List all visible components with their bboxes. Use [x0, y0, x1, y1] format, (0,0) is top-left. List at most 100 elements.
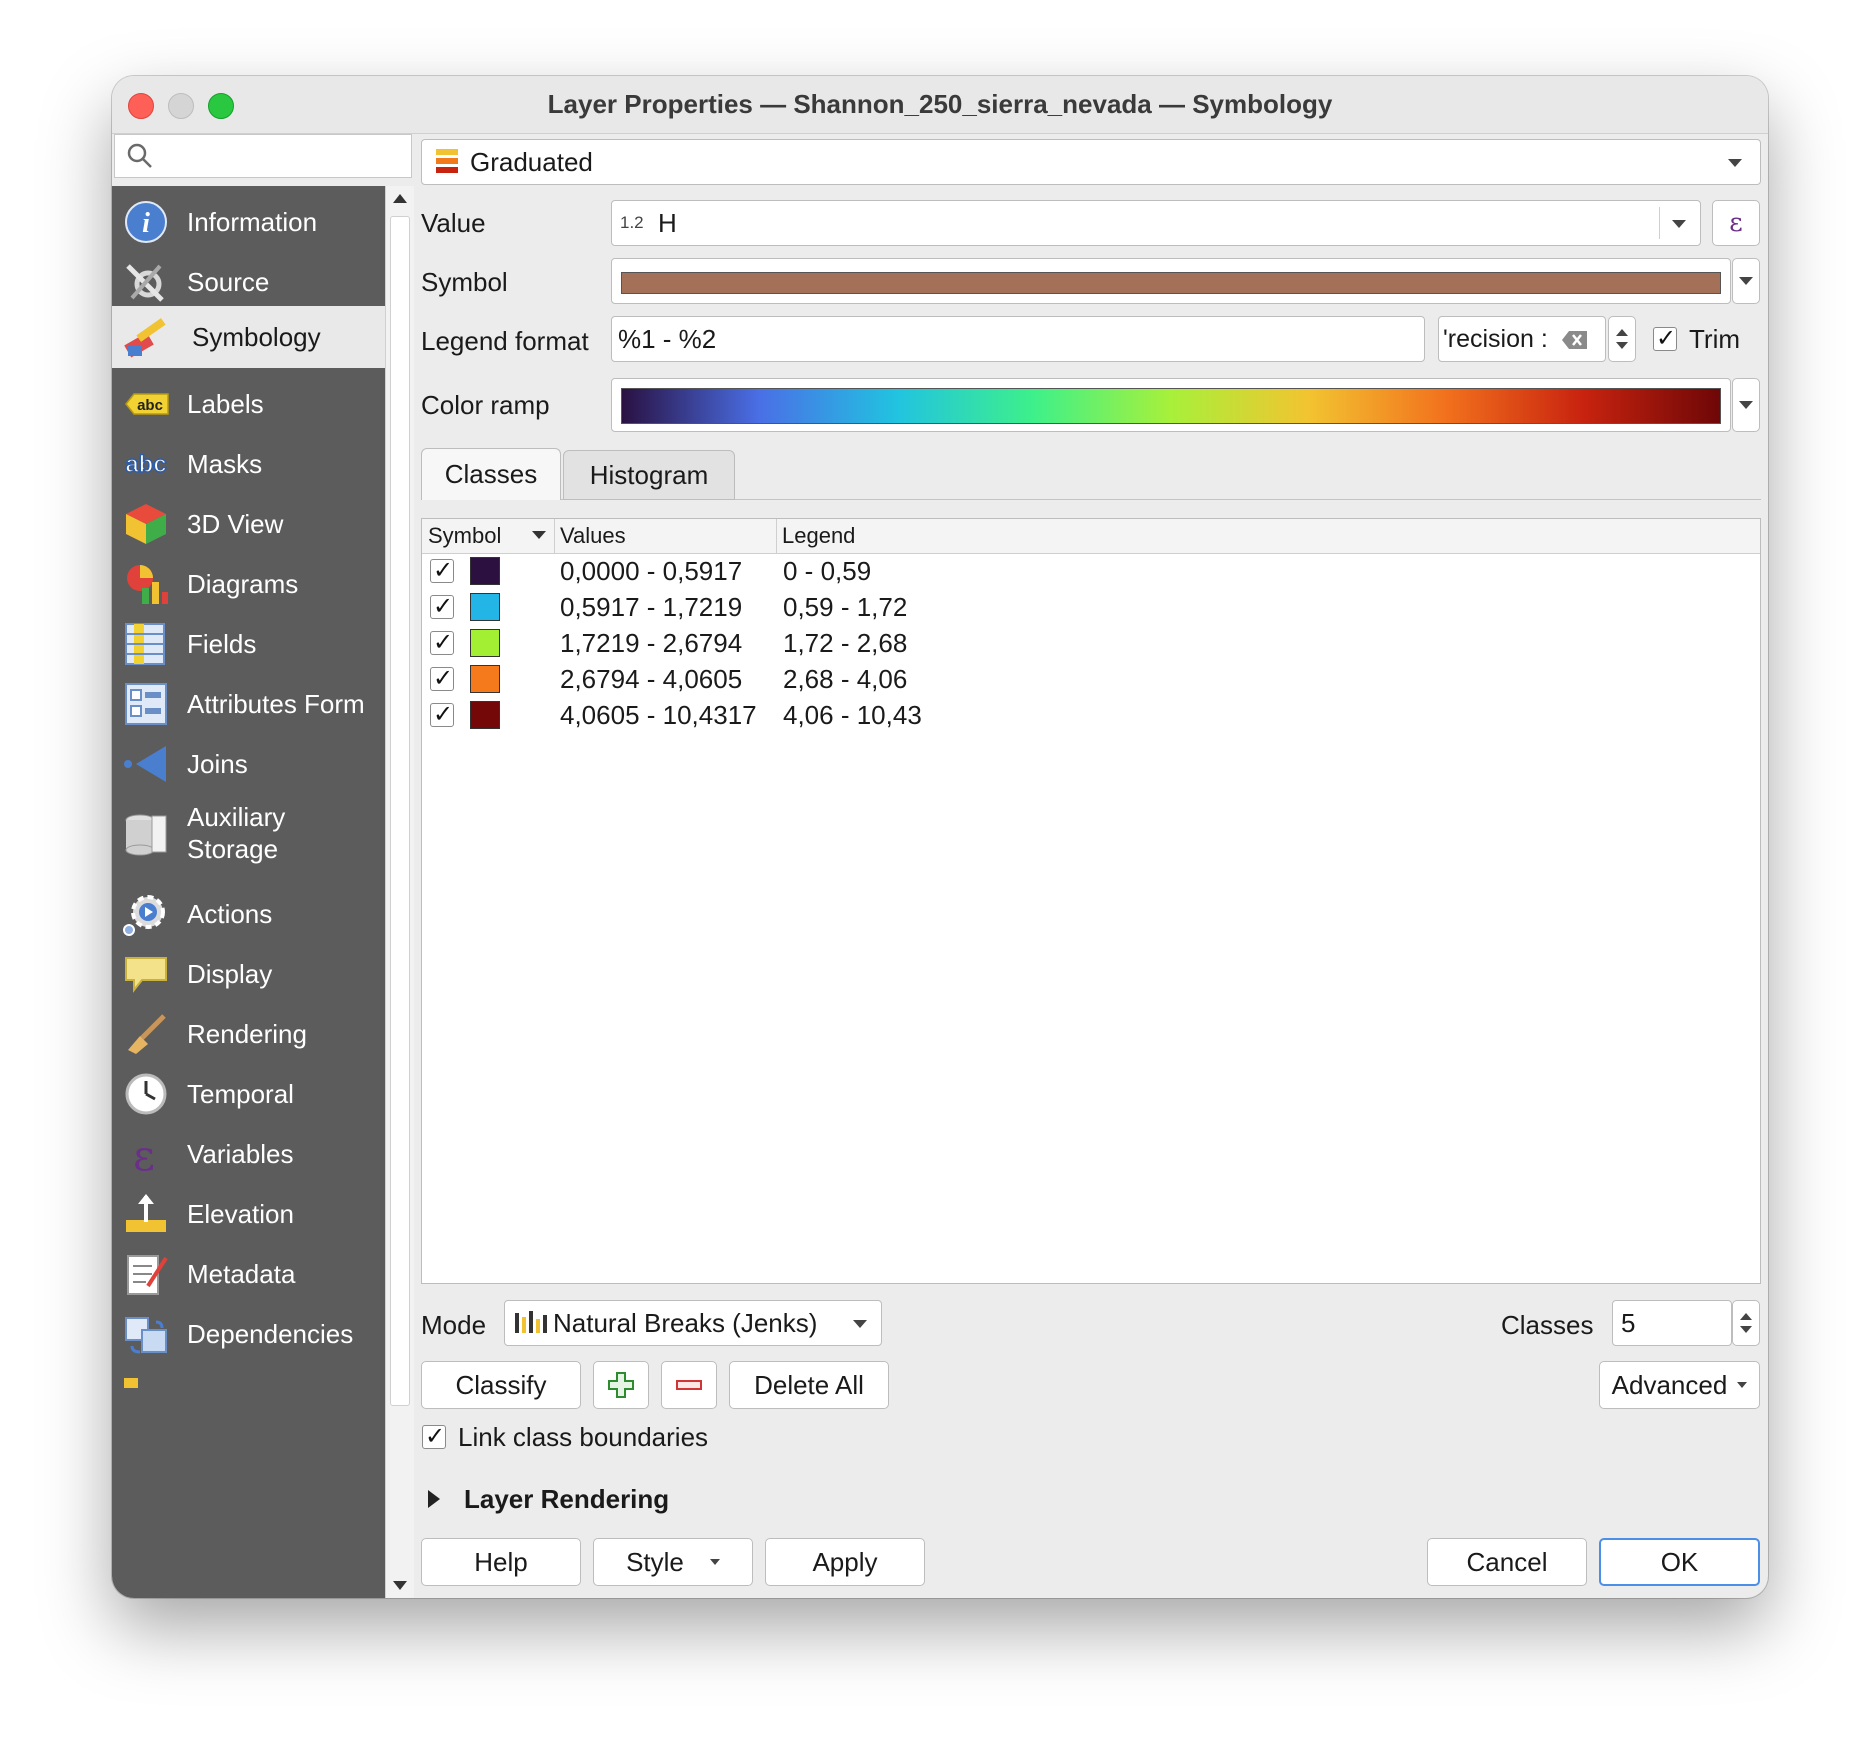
class-visible-checkbox[interactable]: [430, 592, 454, 620]
class-values-cell[interactable]: 0,5917 - 1,7219: [560, 592, 742, 623]
sidebar-item-label: Attributes Form: [187, 689, 365, 719]
precision-stepper[interactable]: [1608, 316, 1636, 362]
tab-histogram[interactable]: Histogram: [563, 450, 735, 500]
sidebar-item-label: Information: [187, 207, 318, 237]
table-row[interactable]: 0,5917 - 1,7219 0,59 - 1,72: [422, 589, 1760, 625]
class-visible-checkbox[interactable]: [430, 628, 454, 656]
cancel-button[interactable]: Cancel: [1427, 1538, 1587, 1586]
labels-abc-icon: abc: [125, 393, 169, 415]
classes-label: Classes: [1501, 1310, 1594, 1340]
value-field-select[interactable]: 1.2 H: [611, 200, 1701, 246]
chevron-down-icon: [1728, 159, 1742, 167]
classes-count-input[interactable]: 5: [1612, 1300, 1732, 1346]
trim-label: Trim: [1689, 324, 1741, 354]
symbol-button[interactable]: [611, 258, 1731, 304]
sidebar-item-auxiliary-storage[interactable]: Auxiliary Storage: [112, 788, 385, 878]
fields-icon: [125, 623, 165, 665]
color-ramp-button[interactable]: [611, 378, 1731, 432]
remove-class-button[interactable]: [661, 1361, 717, 1409]
column-header-legend[interactable]: Legend: [782, 523, 855, 549]
class-visible-checkbox[interactable]: [430, 664, 454, 692]
sidebar-item-symbology[interactable]: Symbology: [112, 306, 385, 368]
symbol-menu-button[interactable]: [1732, 258, 1760, 304]
class-visible-checkbox[interactable]: [430, 556, 454, 584]
table-row[interactable]: 0,0000 - 0,5917 0 - 0,59: [422, 553, 1760, 589]
step-down-icon[interactable]: [1616, 342, 1628, 349]
class-legend-cell[interactable]: 4,06 - 10,43: [783, 700, 922, 731]
speech-bubble-icon: [125, 957, 167, 993]
sidebar-item-label: 3D View: [187, 509, 284, 539]
class-color-swatch[interactable]: [470, 557, 500, 585]
table-row[interactable]: 2,6794 - 4,0605 2,68 - 4,06: [422, 661, 1760, 697]
table-row[interactable]: 4,0605 - 10,4317 4,06 - 10,43: [422, 697, 1760, 733]
expand-triangle-icon[interactable]: [428, 1490, 440, 1508]
sidebar-scrollbar[interactable]: [385, 186, 414, 1598]
class-color-swatch[interactable]: [470, 665, 500, 693]
class-legend-cell[interactable]: 0,59 - 1,72: [783, 592, 907, 623]
advanced-button[interactable]: Advanced: [1599, 1361, 1760, 1409]
sidebar-item-label: Elevation: [187, 1199, 294, 1229]
class-color-swatch[interactable]: [470, 593, 500, 621]
sidebar-item-label: Variables: [187, 1139, 294, 1169]
sidebar-item-label: Joins: [187, 749, 248, 779]
classify-button[interactable]: Classify: [421, 1361, 581, 1409]
classes-table[interactable]: Symbol Values Legend 0,0000 - 0,5917 0 - …: [421, 518, 1761, 1284]
class-values-cell[interactable]: 1,7219 - 2,6794: [560, 628, 742, 659]
symbol-label: Symbol: [421, 267, 508, 297]
masks-abc-icon: abc: [125, 450, 168, 479]
legend-format-input[interactable]: %1 - %2: [611, 316, 1425, 362]
actions-gear-icon: [123, 895, 165, 936]
tab-classes[interactable]: Classes: [421, 448, 561, 500]
help-button[interactable]: Help: [421, 1538, 581, 1586]
renderer-type-select[interactable]: Graduated: [421, 139, 1761, 185]
sidebar-search-input[interactable]: [114, 134, 412, 178]
column-header-symbol[interactable]: Symbol: [428, 523, 501, 549]
chevron-down-icon: [709, 1559, 720, 1565]
source-wrench-icon: [126, 264, 164, 302]
class-values-cell[interactable]: 0,0000 - 0,5917: [560, 556, 742, 587]
sidebar: i Information Source Symbology abc Label…: [112, 186, 385, 1598]
layer-rendering-section[interactable]: Layer Rendering: [464, 1484, 669, 1515]
delete-all-button[interactable]: Delete All: [729, 1361, 889, 1409]
symbol-color-swatch: [621, 272, 1721, 294]
color-ramp-menu-button[interactable]: [1732, 378, 1760, 432]
dependencies-icon: [125, 1317, 167, 1354]
sidebar-item-label: Rendering: [187, 1019, 307, 1049]
sidebar-item-label: Source: [187, 267, 270, 297]
sidebar-item-dependencies[interactable]: Dependencies: [112, 1298, 385, 1370]
class-values-cell[interactable]: 2,6794 - 4,0605: [560, 664, 742, 695]
classes-stepper[interactable]: [1732, 1300, 1760, 1346]
step-down-icon[interactable]: [1740, 1326, 1752, 1333]
diagrams-icon: [127, 565, 168, 604]
class-legend-cell[interactable]: 1,72 - 2,68: [783, 628, 907, 659]
window-title: Layer Properties — Shannon_250_sierra_ne…: [547, 89, 1333, 119]
sidebar-item-label: Diagrams: [187, 569, 299, 599]
class-legend-cell[interactable]: 2,68 - 4,06: [783, 664, 907, 695]
ok-button[interactable]: OK: [1599, 1538, 1760, 1586]
class-color-swatch[interactable]: [470, 629, 500, 657]
sidebar-item-label: Labels: [187, 389, 264, 419]
precision-spinbox[interactable]: 'recision :: [1438, 316, 1606, 362]
table-row[interactable]: 1,7219 - 2,6794 1,72 - 2,68: [422, 625, 1760, 661]
scrollbar-thumb[interactable]: [390, 216, 410, 1406]
class-visible-checkbox[interactable]: [430, 700, 454, 728]
svg-text:i: i: [142, 208, 150, 239]
apply-button[interactable]: Apply: [765, 1538, 925, 1586]
link-class-boundaries-checkbox[interactable]: [422, 1422, 446, 1450]
class-values-cell[interactable]: 4,0605 - 10,4317: [560, 700, 757, 731]
mode-select[interactable]: Natural Breaks (Jenks): [504, 1300, 882, 1346]
epsilon-icon: ε: [133, 1132, 155, 1176]
scroll-down-arrow-icon[interactable]: [393, 1581, 407, 1590]
step-up-icon[interactable]: [1740, 1313, 1752, 1320]
graduated-renderer-icon: [436, 149, 458, 173]
class-legend-cell[interactable]: 0 - 0,59: [783, 556, 871, 587]
class-color-swatch[interactable]: [470, 701, 500, 729]
expression-button[interactable]: ε: [1712, 200, 1760, 246]
renderer-selected: Graduated: [470, 147, 593, 177]
style-button[interactable]: Style: [593, 1538, 753, 1586]
scroll-up-arrow-icon[interactable]: [393, 194, 407, 203]
add-class-button[interactable]: [593, 1361, 649, 1409]
trim-checkbox[interactable]: [1653, 324, 1677, 352]
column-header-values[interactable]: Values: [560, 523, 626, 549]
step-up-icon[interactable]: [1616, 329, 1628, 336]
